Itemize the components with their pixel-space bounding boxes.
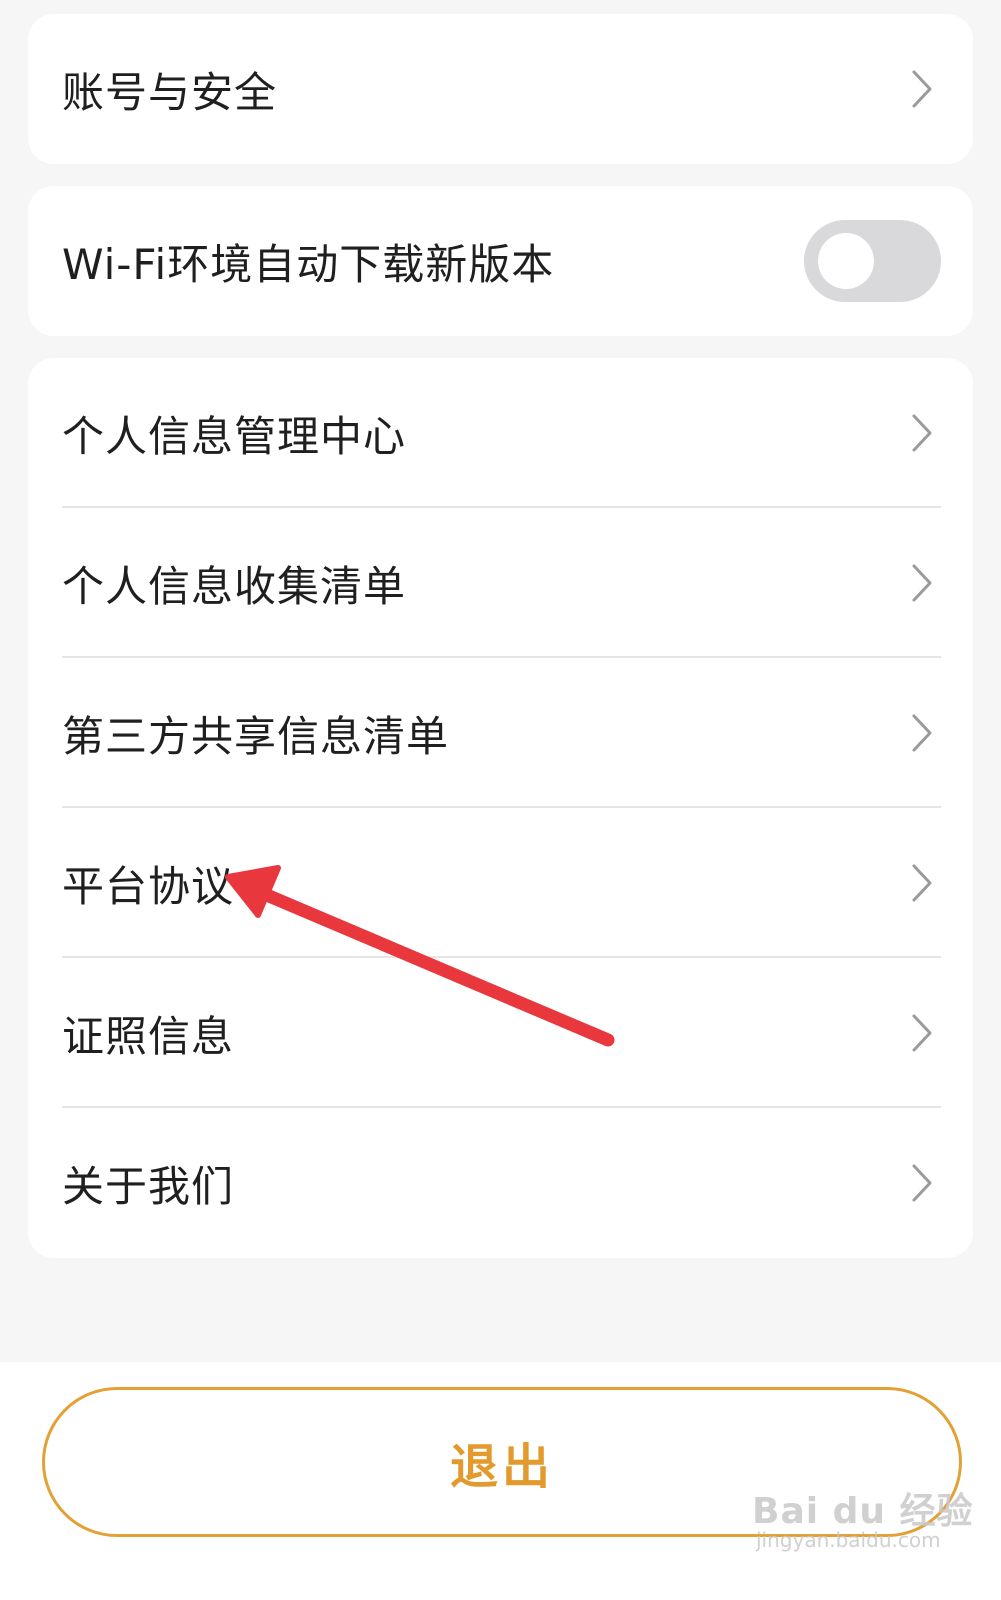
chevron-right-icon	[912, 414, 932, 452]
baidu-watermark: Bai du 经验 jingyan.baidu.com	[752, 1464, 992, 1584]
chevron-right-icon	[912, 1164, 932, 1202]
chevron-right-icon	[912, 714, 932, 752]
settings-item-label: Wi-Fi环境自动下载新版本	[62, 239, 555, 289]
settings-item-personal-info-center[interactable]: 个人信息管理中心	[28, 358, 973, 508]
settings-item-label: 关于我们	[62, 1161, 235, 1211]
settings-item-platform-agreement[interactable]: 平台协议	[28, 808, 973, 958]
chevron-right-icon	[912, 1014, 932, 1052]
account-card: 账号与安全	[28, 14, 973, 164]
settings-item-label: 账号与安全	[62, 67, 278, 117]
info-card: 个人信息管理中心 个人信息收集清单 第三方共享信息清单 平台协议 证照信息 关于…	[28, 358, 973, 1258]
settings-item-about-us[interactable]: 关于我们	[28, 1108, 973, 1258]
chevron-right-icon	[912, 864, 932, 902]
settings-item-personal-info-list[interactable]: 个人信息收集清单	[28, 508, 973, 658]
settings-item-label: 第三方共享信息清单	[62, 711, 450, 761]
chevron-right-icon	[912, 564, 932, 602]
logout-label: 退出	[449, 1439, 554, 1495]
settings-item-label: 个人信息管理中心	[62, 411, 407, 461]
settings-item-account-security[interactable]: 账号与安全	[28, 14, 973, 164]
settings-item-label: 证照信息	[62, 1011, 235, 1061]
settings-screen: 账号与安全 Wi-Fi环境自动下载新版本 个人信息管理中心 个人信息收集清单 第…	[0, 0, 1001, 1600]
settings-item-wifi-auto-download: Wi-Fi环境自动下载新版本	[28, 186, 973, 336]
watermark-url: jingyan.baidu.com	[756, 1528, 941, 1552]
chevron-right-icon	[912, 70, 932, 108]
settings-item-label: 个人信息收集清单	[62, 561, 407, 611]
toggle-knob	[818, 233, 874, 289]
wifi-card: Wi-Fi环境自动下载新版本	[28, 186, 973, 336]
watermark-brand: Bai du 经验	[752, 1491, 974, 1532]
settings-item-label: 平台协议	[62, 861, 235, 911]
settings-item-third-party-sharing[interactable]: 第三方共享信息清单	[28, 658, 973, 808]
settings-item-license-info[interactable]: 证照信息	[28, 958, 973, 1108]
wifi-auto-download-toggle[interactable]	[804, 220, 941, 302]
